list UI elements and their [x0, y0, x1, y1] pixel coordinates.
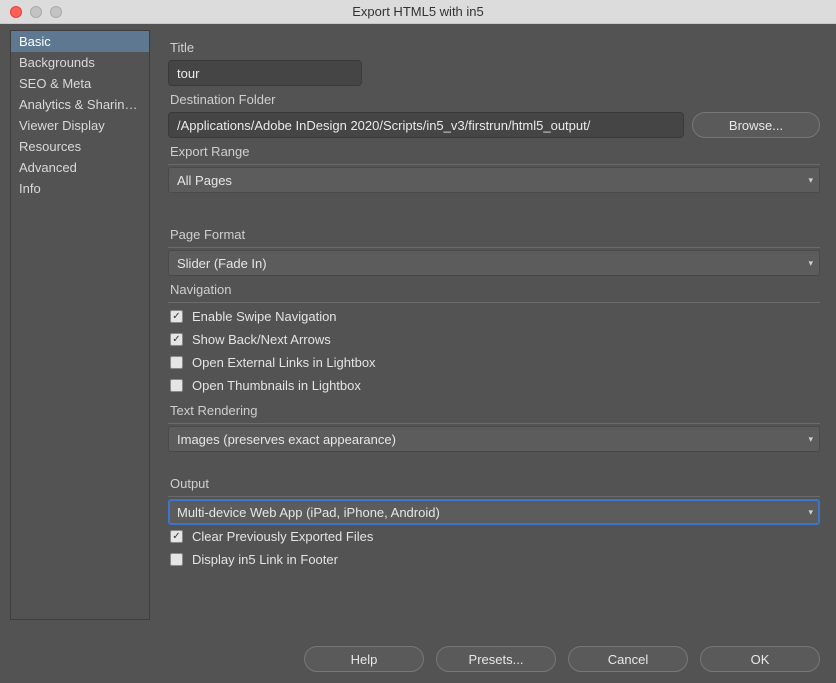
text-rendering-divider: [168, 423, 820, 424]
sidebar-item-backgrounds[interactable]: Backgrounds: [11, 52, 149, 73]
enable-swipe-nav-label: Enable Swipe Navigation: [192, 309, 337, 324]
page-format-label: Page Format: [170, 227, 820, 242]
show-back-next-arrows-checkbox[interactable]: ✓: [170, 333, 183, 346]
navigation-divider: [168, 302, 820, 303]
sidebar-item-info[interactable]: Info: [11, 178, 149, 199]
show-back-next-arrows-row[interactable]: ✓ Show Back/Next Arrows: [168, 328, 820, 351]
destination-folder-label: Destination Folder: [170, 92, 820, 107]
display-in5-link-footer-checkbox[interactable]: ✓: [170, 553, 183, 566]
sidebar: Basic Backgrounds SEO & Meta Analytics &…: [0, 24, 150, 635]
help-button[interactable]: Help: [304, 646, 424, 672]
enable-swipe-nav-row[interactable]: ✓ Enable Swipe Navigation: [168, 305, 820, 328]
cancel-button[interactable]: Cancel: [568, 646, 688, 672]
sidebar-item-seo-meta[interactable]: SEO & Meta: [11, 73, 149, 94]
enable-swipe-nav-checkbox[interactable]: ✓: [170, 310, 183, 323]
text-rendering-value: Images (preserves exact appearance): [177, 432, 396, 447]
open-ext-links-lightbox-label: Open External Links in Lightbox: [192, 355, 376, 370]
chevron-down-icon: ▾: [808, 258, 813, 269]
navigation-label: Navigation: [170, 282, 820, 297]
export-range-label: Export Range: [170, 144, 820, 159]
export-range-value: All Pages: [177, 173, 232, 188]
open-ext-links-lightbox-row[interactable]: ✓ Open External Links in Lightbox: [168, 351, 820, 374]
output-select[interactable]: Multi-device Web App (iPad, iPhone, Andr…: [168, 499, 820, 525]
destination-folder-input[interactable]: [168, 112, 684, 138]
sidebar-item-analytics-sharing[interactable]: Analytics & Sharing ...: [11, 94, 149, 115]
browse-button[interactable]: Browse...: [692, 112, 820, 138]
output-value: Multi-device Web App (iPad, iPhone, Andr…: [177, 505, 440, 520]
export-range-select[interactable]: All Pages ▾: [168, 167, 820, 193]
chevron-down-icon: ▾: [808, 434, 813, 445]
close-window-button[interactable]: [10, 6, 22, 18]
open-thumbnails-lightbox-label: Open Thumbnails in Lightbox: [192, 378, 361, 393]
window-title: Export HTML5 with in5: [0, 4, 836, 19]
chevron-down-icon: ▾: [808, 507, 813, 518]
sidebar-list: Basic Backgrounds SEO & Meta Analytics &…: [10, 30, 150, 620]
titlebar: Export HTML5 with in5: [0, 0, 836, 24]
output-divider: [168, 496, 820, 497]
zoom-window-button[interactable]: [50, 6, 62, 18]
open-thumbnails-lightbox-checkbox[interactable]: ✓: [170, 379, 183, 392]
open-thumbnails-lightbox-row[interactable]: ✓ Open Thumbnails in Lightbox: [168, 374, 820, 397]
output-label: Output: [170, 476, 820, 491]
presets-button[interactable]: Presets...: [436, 646, 556, 672]
text-rendering-label: Text Rendering: [170, 403, 820, 418]
sidebar-item-viewer-display[interactable]: Viewer Display: [11, 115, 149, 136]
text-rendering-select[interactable]: Images (preserves exact appearance) ▾: [168, 426, 820, 452]
page-format-divider: [168, 247, 820, 248]
sidebar-item-basic[interactable]: Basic: [11, 31, 149, 52]
main-panel: Title Destination Folder Browse... Expor…: [150, 24, 836, 635]
clear-previously-exported-label: Clear Previously Exported Files: [192, 529, 373, 544]
show-back-next-arrows-label: Show Back/Next Arrows: [192, 332, 331, 347]
title-input[interactable]: [168, 60, 362, 86]
minimize-window-button[interactable]: [30, 6, 42, 18]
dialog-footer: Help Presets... Cancel OK: [0, 635, 836, 683]
open-ext-links-lightbox-checkbox[interactable]: ✓: [170, 356, 183, 369]
page-format-select[interactable]: Slider (Fade In) ▾: [168, 250, 820, 276]
sidebar-item-advanced[interactable]: Advanced: [11, 157, 149, 178]
title-label: Title: [170, 40, 820, 55]
display-in5-link-footer-label: Display in5 Link in Footer: [192, 552, 338, 567]
export-range-divider: [168, 164, 820, 165]
clear-previously-exported-checkbox[interactable]: ✓: [170, 530, 183, 543]
clear-previously-exported-row[interactable]: ✓ Clear Previously Exported Files: [168, 525, 820, 548]
window-controls: [0, 6, 62, 18]
sidebar-item-resources[interactable]: Resources: [11, 136, 149, 157]
chevron-down-icon: ▾: [808, 175, 813, 186]
display-in5-link-footer-row[interactable]: ✓ Display in5 Link in Footer: [168, 548, 820, 571]
ok-button[interactable]: OK: [700, 646, 820, 672]
page-format-value: Slider (Fade In): [177, 256, 267, 271]
